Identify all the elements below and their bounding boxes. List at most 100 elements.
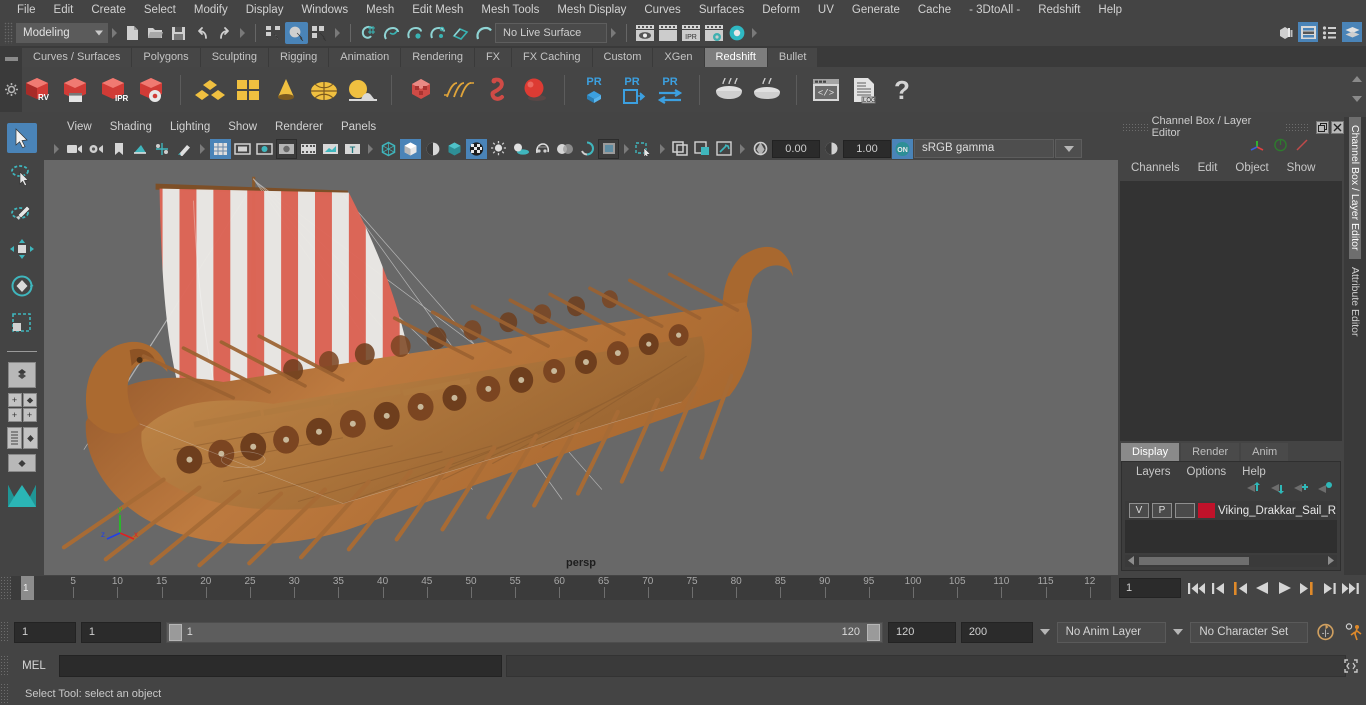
- redshift-dome-light-icon[interactable]: [307, 72, 341, 108]
- pr-transfer-icon[interactable]: PR: [653, 72, 687, 108]
- menu-select[interactable]: Select: [135, 0, 185, 20]
- go-to-end-icon[interactable]: [1341, 578, 1360, 598]
- step-forward-keyframe-icon[interactable]: [1319, 578, 1338, 598]
- scrollbar-thumb[interactable]: [1139, 557, 1249, 565]
- chevron-down-icon[interactable]: [1352, 96, 1362, 102]
- redshift-rv-icon[interactable]: RV: [20, 72, 54, 108]
- redshift-volume-icon[interactable]: [480, 72, 514, 108]
- screen-space-ao-icon[interactable]: [532, 139, 553, 159]
- shelf-menu-icon[interactable]: [4, 57, 18, 61]
- render-settings-icon[interactable]: [702, 22, 725, 44]
- viewport-menu-view[interactable]: View: [58, 121, 101, 133]
- redshift-matte-icon[interactable]: [231, 72, 265, 108]
- menu-redshift[interactable]: Redshift: [1029, 0, 1089, 20]
- move-axis-icon[interactable]: [1250, 138, 1266, 157]
- menu-cache[interactable]: Cache: [909, 0, 960, 20]
- layer-menu-options[interactable]: Options: [1179, 466, 1235, 478]
- scale-tool[interactable]: [7, 308, 37, 338]
- rotate-axis-icon[interactable]: [1273, 138, 1288, 157]
- image-plane-icon[interactable]: [130, 139, 151, 159]
- section-collapse-2[interactable]: [239, 24, 246, 42]
- menu-set-selector[interactable]: Modeling: [16, 23, 108, 43]
- animation-preferences-icon[interactable]: [1342, 623, 1366, 641]
- hypershade-icon[interactable]: [725, 22, 748, 44]
- xray-icon[interactable]: [670, 139, 691, 159]
- select-tool[interactable]: [7, 123, 37, 153]
- film-gate-icon[interactable]: [232, 139, 253, 159]
- viewport-collapse-6[interactable]: [739, 140, 746, 158]
- status-line-grip[interactable]: [4, 22, 13, 44]
- command-input-field[interactable]: [59, 655, 502, 677]
- isolate-select-icon[interactable]: [634, 139, 655, 159]
- viewport-collapse-5[interactable]: [659, 140, 666, 158]
- range-start-handle[interactable]: [168, 623, 182, 641]
- menu-file[interactable]: File: [8, 0, 45, 20]
- menu-modify[interactable]: Modify: [185, 0, 237, 20]
- help-icon[interactable]: ?: [885, 72, 919, 108]
- menu-3dtoall[interactable]: - 3DtoAll -: [960, 0, 1029, 20]
- display-layer-list[interactable]: V P Viking_Drakkar_Sail_R: [1125, 501, 1337, 553]
- play-backwards-icon[interactable]: [1253, 578, 1272, 598]
- channel-box-icon[interactable]: [1342, 22, 1362, 42]
- perspective-viewport[interactable]: y x z persp: [44, 160, 1118, 575]
- character-set-select[interactable]: No Character Set: [1190, 621, 1309, 643]
- xray-active-components-icon[interactable]: [714, 139, 735, 159]
- current-frame-field[interactable]: 1: [1119, 578, 1181, 598]
- new-layer-icon[interactable]: [1293, 481, 1308, 499]
- section-collapse-5[interactable]: [751, 24, 758, 42]
- smooth-shade-icon[interactable]: [400, 138, 421, 159]
- menu-surfaces[interactable]: Surfaces: [690, 0, 753, 20]
- open-scene-icon[interactable]: [144, 22, 167, 44]
- channel-menu-edit[interactable]: Edit: [1189, 162, 1227, 174]
- restore-window-icon[interactable]: [1316, 120, 1330, 134]
- layout-outliner-pane[interactable]: [6, 427, 22, 449]
- play-forwards-icon[interactable]: [1275, 578, 1294, 598]
- list-item[interactable]: V P Viking_Drakkar_Sail_R: [1125, 501, 1337, 520]
- range-start-field[interactable]: 1: [80, 621, 161, 643]
- range-slider-track[interactable]: 1 120: [165, 621, 883, 643]
- side-tab-channel-box[interactable]: Channel Box / Layer Editor: [1349, 117, 1361, 259]
- side-tab-attribute-editor[interactable]: Attribute Editor: [1349, 259, 1361, 344]
- multisample-icon[interactable]: [576, 139, 597, 159]
- shelf-tab-rendering[interactable]: Rendering: [401, 48, 475, 67]
- layer-list-horizontal-scrollbar[interactable]: [1125, 555, 1337, 567]
- viewport-menu-panels[interactable]: Panels: [332, 121, 385, 133]
- select-object-icon[interactable]: [285, 22, 308, 44]
- viewport-collapse-3[interactable]: [367, 140, 374, 158]
- new-scene-icon[interactable]: [121, 22, 144, 44]
- ipr-render-icon[interactable]: IPR: [679, 22, 702, 44]
- shelf-tab-sculpting[interactable]: Sculpting: [200, 48, 269, 67]
- channel-menu-channels[interactable]: Channels: [1122, 162, 1189, 174]
- view-transform-select[interactable]: sRGB gamma: [914, 139, 1054, 158]
- snap-view-plane-icon[interactable]: [449, 22, 472, 44]
- range-end-handle[interactable]: [866, 623, 880, 641]
- menu-generate[interactable]: Generate: [843, 0, 909, 20]
- redshift-environment-icon[interactable]: [345, 72, 379, 108]
- select-component-icon[interactable]: [308, 22, 331, 44]
- animation-start-field[interactable]: 1: [14, 621, 76, 643]
- menu-help[interactable]: Help: [1089, 0, 1131, 20]
- go-to-start-icon[interactable]: [1187, 578, 1206, 598]
- layer-playback-toggle[interactable]: P: [1152, 503, 1172, 518]
- layout-persp-pane[interactable]: [22, 427, 38, 449]
- shelf-scroll-arrows[interactable]: [1350, 69, 1364, 109]
- shelf-options-gear-icon[interactable]: [4, 83, 18, 101]
- layout-cell-tl[interactable]: +: [7, 393, 22, 407]
- grease-pencil-icon[interactable]: [174, 139, 195, 159]
- redshift-render-settings-icon[interactable]: [134, 72, 168, 108]
- bookmark-icon[interactable]: [108, 139, 129, 159]
- move-tool[interactable]: [7, 234, 37, 264]
- scale-axis-icon[interactable]: [1295, 138, 1310, 157]
- redshift-light-cone-icon[interactable]: [269, 72, 303, 108]
- layer-shading-toggle[interactable]: [1175, 503, 1195, 518]
- script-editor-icon[interactable]: [1340, 658, 1362, 674]
- modeling-toolkit-icon[interactable]: [1276, 22, 1296, 42]
- current-time-indicator[interactable]: 1: [21, 576, 34, 600]
- menu-curves[interactable]: Curves: [635, 0, 689, 20]
- menu-deform[interactable]: Deform: [753, 0, 809, 20]
- scroll-left-arrow-icon[interactable]: [1128, 552, 1136, 570]
- chevron-up-icon[interactable]: [1352, 76, 1362, 82]
- viewport-collapse-2[interactable]: [199, 140, 206, 158]
- show-render-view-icon[interactable]: [633, 22, 656, 44]
- channel-menu-object[interactable]: Object: [1226, 162, 1277, 174]
